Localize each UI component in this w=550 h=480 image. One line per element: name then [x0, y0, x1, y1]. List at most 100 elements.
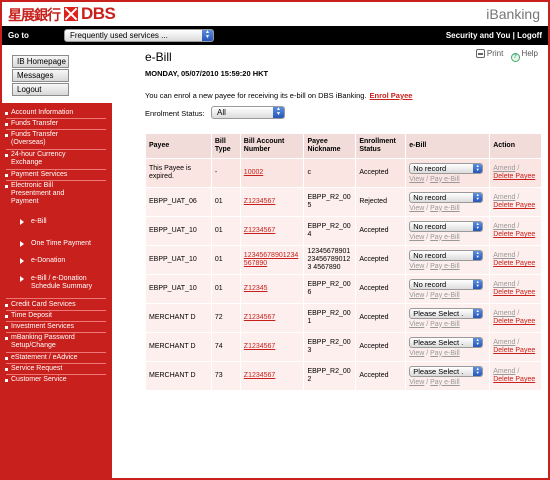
divider [6, 118, 106, 119]
pay-ebill-link[interactable]: Pay e-Bill [430, 176, 460, 183]
ib-homepage-button[interactable]: IB Homepage [12, 55, 69, 68]
ebill-cell: Please Select . ▲ ▼ View / Pay e-Bill [405, 361, 491, 391]
amend-link[interactable]: Amend [493, 194, 515, 201]
bullet-icon [5, 304, 8, 307]
enrol-note: You can enrol a new payee for receiving … [145, 91, 412, 100]
print-link[interactable]: Print [487, 49, 503, 58]
table-row: This Payee is expired. -10002 c Accepted No … [145, 158, 542, 188]
bill-account-link[interactable]: 10002 [244, 169, 263, 176]
logout-button[interactable]: Logout [12, 83, 69, 96]
delete-payee-link[interactable]: Delete Payee [493, 173, 535, 180]
ebill-select[interactable]: No record ▲ ▼ [409, 278, 484, 290]
security-logoff-links[interactable]: Security and You | Logoff [446, 31, 542, 40]
status-cell: Accepted [355, 216, 407, 246]
ebill-select[interactable]: Please Select . ▲ ▼ [409, 365, 484, 377]
col-header-bill-type: Bill Type [210, 133, 241, 159]
ebill-select[interactable]: No record ▲ ▼ [409, 191, 484, 203]
pay-ebill-link[interactable]: Pay e-Bill [430, 292, 460, 299]
select-arrows-icon: ▲ ▼ [473, 221, 483, 231]
view-link[interactable]: View [409, 292, 424, 299]
amend-link[interactable]: Amend [493, 339, 515, 346]
ebill-select-value: No record [413, 250, 447, 260]
print-icon[interactable] [475, 49, 485, 58]
bill-account-link[interactable]: Z1234567 [244, 227, 276, 234]
bill-account-link[interactable]: Z12345 [244, 285, 268, 292]
account-cell: Z12345 [239, 274, 305, 304]
delete-payee-link[interactable]: Delete Payee [493, 260, 535, 267]
enrolment-status-select[interactable]: All ▲ ▼ [211, 106, 285, 119]
pay-ebill-link[interactable]: Pay e-Bill [430, 234, 460, 241]
delete-payee-link[interactable]: Delete Payee [493, 347, 535, 354]
sidebar-subitem-label: e-Bill / e-Donation Schedule Summary [31, 275, 93, 290]
ebill-select[interactable]: No record ▲ ▼ [409, 220, 484, 232]
browser-frame: 星展銀行 DBS iBanking Go to Frequently used … [0, 0, 550, 480]
goto-label: Go to [8, 31, 29, 40]
bill-account-link[interactable]: Z1234567 [244, 372, 276, 379]
logo-brand-text: DBS [81, 4, 116, 23]
view-link[interactable]: View [409, 176, 424, 183]
amend-link[interactable]: Amend [493, 165, 515, 172]
bill-type-cell: 72 [210, 303, 241, 333]
logo-chinese-text: 星展銀行 [8, 8, 61, 24]
pay-ebill-link[interactable]: Pay e-Bill [430, 263, 460, 270]
payee-cell: MERCHANT D [145, 361, 212, 391]
account-cell: 12345678901234567890 [239, 245, 305, 275]
status-cell: Accepted [355, 303, 407, 333]
help-icon[interactable]: ? [510, 53, 520, 62]
nickname-cell: 12345678901234567890123 4567890 [303, 245, 357, 275]
delete-payee-link[interactable]: Delete Payee [493, 202, 535, 209]
bill-account-link[interactable]: Z1234567 [244, 343, 276, 350]
enrol-payee-link[interactable]: Enrol Payee [370, 91, 413, 100]
amend-link[interactable]: Amend [493, 223, 515, 230]
sidebar-item-label: Investment Services [11, 323, 75, 330]
view-link[interactable]: View [409, 205, 424, 212]
ebill-select[interactable]: No record ▲ ▼ [409, 249, 484, 261]
view-link[interactable]: View [409, 263, 424, 270]
table-row: EBPP_UAT_10 01 12345678901234567890 1234567… [145, 245, 542, 275]
bullet-icon [5, 326, 8, 329]
bill-type-cell: 01 [210, 187, 241, 217]
amend-link[interactable]: Amend [493, 368, 515, 375]
view-link[interactable]: View [409, 234, 424, 241]
delete-payee-link[interactable]: Delete Payee [493, 231, 535, 238]
delete-payee-link[interactable]: Delete Payee [493, 289, 535, 296]
nickname-cell: EBPP_R2_001 [303, 303, 357, 333]
help-link[interactable]: Help [522, 49, 538, 58]
delete-payee-link[interactable]: Delete Payee [493, 376, 535, 383]
bill-account-link[interactable]: 12345678901234567890 [244, 252, 299, 267]
divider [6, 321, 106, 322]
nickname-cell: EBPP_R2_005 [303, 187, 357, 217]
ebill-select[interactable]: No record ▲ ▼ [409, 162, 484, 174]
nickname-cell: c [303, 158, 357, 188]
delete-payee-link[interactable]: Delete Payee [493, 318, 535, 325]
ebill-select[interactable]: Please Select . ▲ ▼ [409, 336, 484, 348]
nickname-cell: EBPP_R2_004 [303, 216, 357, 246]
nickname-cell: EBPP_R2_006 [303, 274, 357, 304]
ebill-cell: Please Select . ▲ ▼ View / Pay e-Bill [405, 303, 491, 333]
ebill-select[interactable]: Please Select . ▲ ▼ [409, 307, 484, 319]
pay-ebill-link[interactable]: Pay e-Bill [430, 379, 460, 386]
sidebar-subitem-label: e-Donation [31, 257, 66, 264]
payee-cell: MERCHANT D [145, 303, 212, 333]
pay-ebill-link[interactable]: Pay e-Bill [430, 321, 460, 328]
triangle-right-icon [20, 258, 24, 264]
ebill-select-value: No record [413, 192, 447, 202]
pay-ebill-link[interactable]: Pay e-Bill [430, 205, 460, 212]
goto-select[interactable]: Frequently used services ... ▲ ▼ [64, 29, 214, 42]
bullet-icon [5, 379, 8, 382]
amend-link[interactable]: Amend [493, 281, 515, 288]
select-arrows-icon: ▲ ▼ [473, 163, 483, 173]
messages-button[interactable]: Messages [12, 69, 69, 82]
view-link[interactable]: View [409, 321, 424, 328]
view-link[interactable]: View [409, 379, 424, 386]
view-link[interactable]: View [409, 350, 424, 357]
amend-link[interactable]: Amend [493, 310, 515, 317]
bill-account-link[interactable]: Z1234567 [244, 198, 276, 205]
amend-link[interactable]: Amend [493, 252, 515, 259]
status-cell: Rejected [355, 187, 407, 217]
bullet-icon [5, 112, 8, 115]
pay-ebill-link[interactable]: Pay e-Bill [430, 350, 460, 357]
action-cell: Amend / Delete Payee [489, 332, 542, 362]
bill-account-link[interactable]: Z1234567 [244, 314, 276, 321]
ebill-select-value: No record [413, 279, 447, 289]
